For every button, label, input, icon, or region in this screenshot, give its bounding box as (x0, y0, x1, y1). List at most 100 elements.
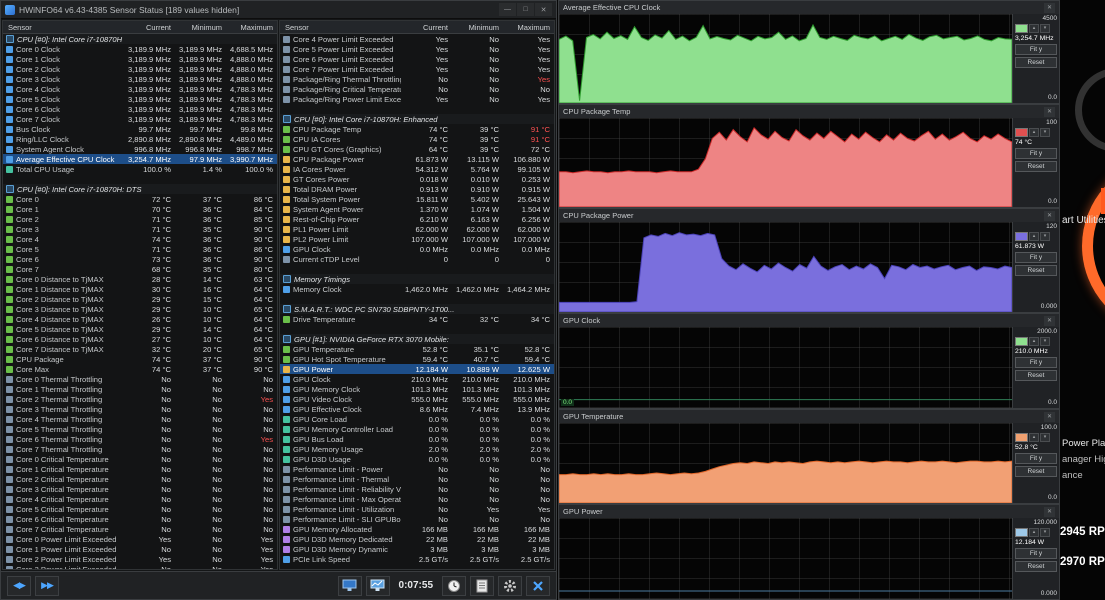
close-icon[interactable]: ✕ (1044, 316, 1055, 326)
close-icon[interactable]: ✕ (1044, 107, 1055, 117)
settings-gear-icon[interactable] (498, 576, 522, 596)
sensor-row[interactable]: Core Max74 °C37 °C90 °C (3, 364, 277, 374)
sensor-row[interactable]: Ring/LLC Clock2,890.8 MHz2,890.8 MHz4,48… (3, 134, 277, 144)
sensor-row[interactable]: Package/Ring Power Limit ExceededYesNoYe… (280, 94, 554, 104)
sensor-row[interactable]: Current cTDP Level000 (280, 254, 554, 264)
sensor-row[interactable]: Bus Clock99.7 MHz99.7 MHz99.8 MHz (3, 124, 277, 134)
sensor-row[interactable]: Performance Limit - ThermalNoNoNo (280, 474, 554, 484)
sensor-group-header[interactable]: GPU [#1]: NVIDIA GeForce RTX 3070 Mobile… (280, 334, 554, 344)
sensor-row[interactable]: Core 4 Power Limit ExceededYesNoYes (280, 34, 554, 44)
sensor-row[interactable]: System Agent Clock996.8 MHz996.8 MHz998.… (3, 144, 277, 154)
legend-color-swatch[interactable] (1015, 128, 1028, 137)
close-icon[interactable]: ✕ (1044, 211, 1055, 221)
sensor-row[interactable]: Core 6 Thermal ThrottlingNoNoYes (3, 434, 277, 444)
fit-y-button[interactable]: Fit y (1015, 548, 1057, 559)
column-header-maximum[interactable]: Maximum (226, 23, 277, 32)
reset-button[interactable]: Reset (1015, 466, 1057, 477)
sensor-row[interactable]: GT Cores Power0.018 W0.010 W0.253 W (280, 174, 554, 184)
sensor-row[interactable]: Performance Limit - Max Operating Voltag… (280, 494, 554, 504)
sensor-group-header[interactable]: Memory Timings (280, 274, 554, 284)
sensor-row[interactable]: Core 2 Critical TemperatureNoNoNo (3, 474, 277, 484)
report-icon[interactable] (470, 576, 494, 596)
sensor-row[interactable]: Core 371 °C35 °C90 °C (3, 224, 277, 234)
spin-up-icon[interactable]: ▴ (1029, 433, 1039, 442)
close-icon[interactable]: ✕ (1044, 3, 1055, 13)
spin-down-icon[interactable]: ▾ (1040, 528, 1050, 537)
maximize-icon[interactable]: □ (517, 3, 534, 16)
sensor-row[interactable]: Core 4 Critical TemperatureNoNoNo (3, 494, 277, 504)
sensor-row[interactable]: Core 0 Clock3,189.9 MHz3,189.9 MHz4,688.… (3, 44, 277, 54)
sensor-row[interactable]: Rest-of-Chip Power6.210 W6.163 W6.256 W (280, 214, 554, 224)
sensor-row[interactable]: PL2 Power Limit107.000 W107.000 W107.000… (280, 234, 554, 244)
sensor-row[interactable]: Core 271 °C36 °C85 °C (3, 214, 277, 224)
sensor-row[interactable]: Drive Temperature34 °C32 °C34 °C (280, 314, 554, 324)
sensor-row[interactable]: Core 571 °C36 °C86 °C (3, 244, 277, 254)
sensor-row[interactable]: GPU D3D Memory Dedicated22 MB22 MB22 MB (280, 534, 554, 544)
sensor-row[interactable]: Core 6 Distance to TjMAX27 °C10 °C64 °C (3, 334, 277, 344)
spin-up-icon[interactable]: ▴ (1029, 528, 1039, 537)
legend-color-swatch[interactable] (1015, 337, 1028, 346)
sensor-row[interactable]: Core 1 Critical TemperatureNoNoNo (3, 464, 277, 474)
reset-button[interactable]: Reset (1015, 265, 1057, 276)
sensor-row[interactable]: GPU D3D Usage0.0 %0.0 %0.0 % (280, 454, 554, 464)
sensor-row[interactable]: Core 3 Distance to TjMAX29 °C10 °C65 °C (3, 304, 277, 314)
nav-forward-icon[interactable]: ▶▶ (35, 576, 59, 596)
sensor-group-header[interactable]: S.M.A.R.T.: WDC PC SN730 SDBPNTY-1T00... (280, 304, 554, 314)
spin-up-icon[interactable]: ▴ (1029, 128, 1039, 137)
column-header-minimum[interactable]: Minimum (452, 23, 503, 32)
sensor-row[interactable]: Core 3 Thermal ThrottlingNoNoNo (3, 404, 277, 414)
sensor-row[interactable]: Total System Power15.811 W5.402 W25.643 … (280, 194, 554, 204)
graph-titlebar[interactable]: GPU Power✕ (559, 505, 1059, 518)
sensor-row[interactable]: Core 7 Thermal ThrottlingNoNoNo (3, 444, 277, 454)
sensor-row[interactable]: Performance Limit - UtilizationNoYesYes (280, 504, 554, 514)
sensor-row[interactable]: System Agent Power1.370 W1.074 W1.504 W (280, 204, 554, 214)
sensor-row[interactable]: IA Cores Power54.312 W5.764 W99.105 W (280, 164, 554, 174)
sensor-row[interactable]: Core 5 Power Limit ExceededYesNoYes (280, 44, 554, 54)
close-icon[interactable]: ✕ (1044, 507, 1055, 517)
graph-titlebar[interactable]: CPU Package Power✕ (559, 209, 1059, 222)
exit-icon[interactable] (526, 576, 550, 596)
sensor-row[interactable]: CPU Package74 °C37 °C90 °C (3, 354, 277, 364)
sensor-row[interactable]: GPU D3D Memory Dynamic3 MB3 MB3 MB (280, 544, 554, 554)
spin-up-icon[interactable]: ▴ (1029, 337, 1039, 346)
sensor-row[interactable]: Core 5 Distance to TjMAX29 °C14 °C64 °C (3, 324, 277, 334)
sensor-row[interactable]: Core 1 Distance to TjMAX30 °C16 °C64 °C (3, 284, 277, 294)
sensor-row[interactable]: GPU Clock210.0 MHz210.0 MHz210.0 MHz (280, 374, 554, 384)
graph-titlebar[interactable]: GPU Clock✕ (559, 314, 1059, 327)
window-titlebar[interactable]: HWiNFO64 v6.43-4385 Sensor Status [189 v… (1, 1, 556, 19)
sensor-row[interactable]: GPU Hot Spot Temperature59.4 °C40.7 °C59… (280, 354, 554, 364)
fit-y-button[interactable]: Fit y (1015, 453, 1057, 464)
sensor-row[interactable]: Performance Limit - Reliability VoltageN… (280, 484, 554, 494)
sensor-row[interactable]: Core 2 Clock3,189.9 MHz3,189.9 MHz4,888.… (3, 64, 277, 74)
clock-icon[interactable] (442, 576, 466, 596)
minimize-icon[interactable]: — (499, 3, 516, 16)
column-header-current[interactable]: Current (401, 23, 452, 32)
sensor-row[interactable]: GPU Memory Clock101.3 MHz101.3 MHz101.3 … (280, 384, 554, 394)
sensor-row[interactable]: Core 072 °C37 °C86 °C (3, 194, 277, 204)
sensor-row[interactable]: GPU Memory Allocated166 MB166 MB166 MB (280, 524, 554, 534)
sensor-row[interactable]: Core 768 °C35 °C80 °C (3, 264, 277, 274)
sensor-row[interactable]: Core 3 Power Limit ExceededNoNoYes (3, 564, 277, 569)
sensor-row[interactable]: CPU GT Cores (Graphics)64 °C39 °C72 °C (280, 144, 554, 154)
sensor-row[interactable]: Core 2 Distance to TjMAX29 °C15 °C64 °C (3, 294, 277, 304)
sensor-row[interactable]: Core 1 Clock3,189.9 MHz3,189.9 MHz4,888.… (3, 54, 277, 64)
column-header-minimum[interactable]: Minimum (175, 23, 226, 32)
sensor-row[interactable]: PL1 Power Limit62.000 W62.000 W62.000 W (280, 224, 554, 234)
monitor-icon[interactable] (338, 576, 362, 596)
sensor-row[interactable]: Core 7 Power Limit ExceededYesNoYes (280, 64, 554, 74)
spin-up-icon[interactable]: ▴ (1029, 232, 1039, 241)
sensor-row[interactable]: Total CPU Usage100.0 %1.4 %100.0 % (3, 164, 277, 174)
sensor-row[interactable]: Core 6 Power Limit ExceededYesNoYes (280, 54, 554, 64)
sensor-row[interactable]: Core 6 Clock3,189.9 MHz3,189.9 MHz4,788.… (3, 104, 277, 114)
fit-y-button[interactable]: Fit y (1015, 252, 1057, 263)
close-icon[interactable]: ✕ (535, 3, 552, 16)
graph-titlebar[interactable]: GPU Temperature✕ (559, 410, 1059, 423)
sensor-group-header[interactable]: CPU [#0]: Intel Core i7-10870H: DTS (3, 184, 277, 194)
graph-titlebar[interactable]: Average Effective CPU Clock✕ (559, 1, 1059, 14)
graph-monitor-icon[interactable] (366, 576, 390, 596)
sensor-row[interactable]: Core 0 Critical TemperatureNoNoNo (3, 454, 277, 464)
sensor-row[interactable]: Core 5 Critical TemperatureNoNoNo (3, 504, 277, 514)
sensor-row[interactable]: Core 7 Critical TemperatureNoNoNo (3, 524, 277, 534)
sensor-row[interactable]: GPU Bus Load0.0 %0.0 %0.0 % (280, 434, 554, 444)
sensor-row[interactable]: Core 6 Critical TemperatureNoNoNo (3, 514, 277, 524)
